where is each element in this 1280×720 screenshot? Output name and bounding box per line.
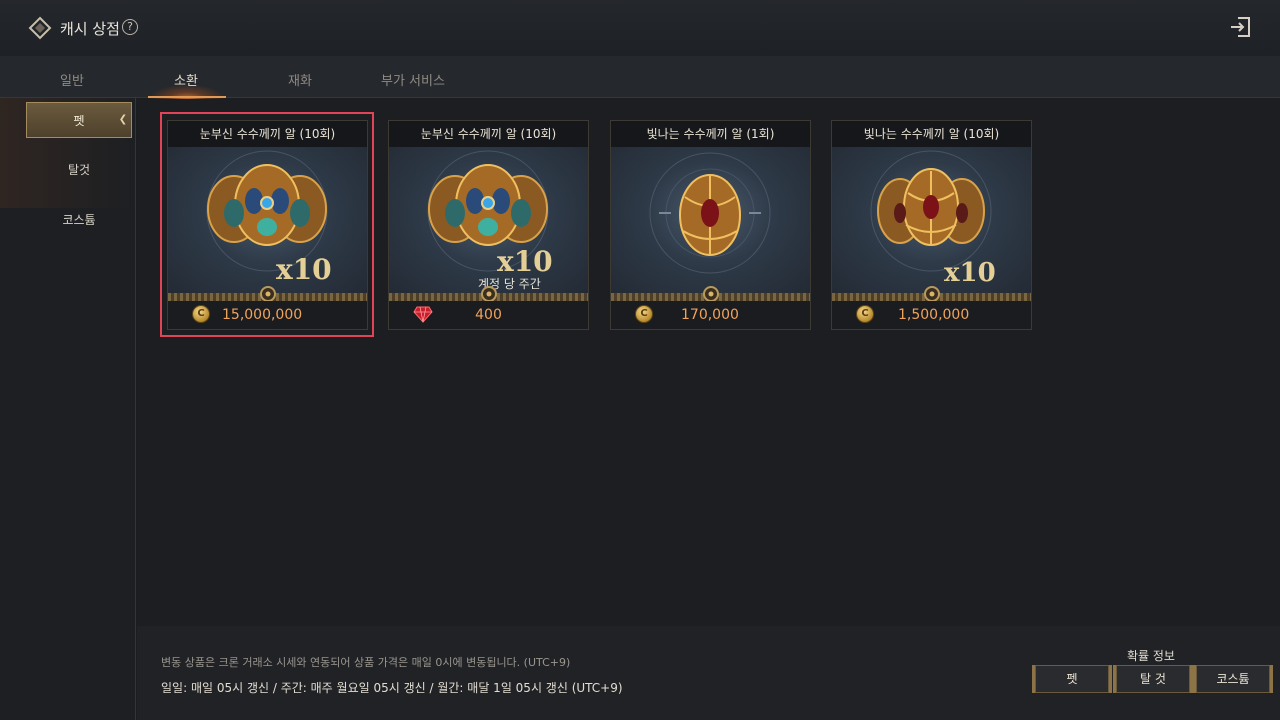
product-image: x10 xyxy=(832,147,1031,293)
product-image: x10 xyxy=(389,147,588,293)
price-text: 1,500,000 xyxy=(898,307,970,323)
price-bar: 400 xyxy=(389,301,588,329)
product-name: 눈부신 수수께끼 알 (10회) xyxy=(389,121,588,147)
diamond-logo-icon xyxy=(28,16,52,40)
svg-text:x10: x10 xyxy=(497,245,553,278)
tab-extra-services[interactable]: 부가 서비스 xyxy=(381,70,445,89)
svg-text:x10: x10 xyxy=(276,253,332,286)
sidebar-item-costume[interactable]: 코스튬 xyxy=(26,202,132,238)
sidebar: 펫 ❮ 탈것 코스튬 xyxy=(0,98,136,720)
single-egg-icon xyxy=(649,152,771,274)
coin-icon xyxy=(856,305,874,323)
sidebar-item-pet[interactable]: 펫 ❮ xyxy=(26,102,132,138)
egg-cluster-icon: x10 xyxy=(427,150,553,278)
help-icon[interactable]: ? xyxy=(122,19,138,35)
egg-cluster-icon: x10 xyxy=(870,150,996,288)
coin-icon xyxy=(635,305,653,323)
refresh-schedule-notice: 일일: 매일 05시 갱신 / 주간: 매주 월요일 05시 갱신 / 월간: … xyxy=(161,681,623,695)
probability-info-label: 확률 정보 xyxy=(1127,649,1175,663)
price-bar: 15,000,000 xyxy=(168,301,367,329)
coin-icon xyxy=(192,305,210,323)
product-card-4[interactable]: 빛나는 수수께끼 알 (10회) x10 1,500,000 xyxy=(831,120,1032,330)
price-text: 400 xyxy=(475,307,502,323)
product-name: 눈부신 수수께끼 알 (10회) xyxy=(168,121,367,147)
exit-icon[interactable] xyxy=(1228,14,1254,40)
price-bar: 170,000 xyxy=(611,301,810,329)
price-bar: 1,500,000 xyxy=(832,301,1031,329)
sidebar-item-mount[interactable]: 탈것 xyxy=(26,152,132,188)
product-card-1[interactable]: 눈부신 수수께끼 알 (10회) x10 15,000,000 xyxy=(167,120,368,330)
chevron-left-icon: ❮ xyxy=(118,114,128,125)
probability-costume-button[interactable]: 코스튬 xyxy=(1193,665,1273,693)
tab-active-underline xyxy=(148,96,226,98)
sidebar-item-label: 펫 xyxy=(73,114,85,128)
top-bar: 캐시 상점 ? xyxy=(0,0,1280,56)
egg-cluster-icon: x10 xyxy=(206,150,332,286)
tab-general[interactable]: 일반 xyxy=(60,70,84,89)
svg-text:x10: x10 xyxy=(944,258,996,288)
tab-summon[interactable]: 소환 xyxy=(174,70,198,89)
product-name: 빛나는 수수께끼 알 (10회) xyxy=(832,121,1031,147)
product-card-3[interactable]: 빛나는 수수께끼 알 (1회) 170,000 xyxy=(610,120,811,330)
product-image xyxy=(611,147,810,293)
page-title: 캐시 상점 xyxy=(60,20,120,38)
tab-currency[interactable]: 재화 xyxy=(288,70,312,89)
product-image: x10 xyxy=(168,147,367,293)
probability-pet-button[interactable]: 펫 xyxy=(1032,665,1112,693)
price-text: 15,000,000 xyxy=(222,307,303,323)
price-change-notice: 변동 상품은 크론 거래소 시세와 연동되어 상품 가격은 매일 0시에 변동됩… xyxy=(161,656,571,669)
product-name: 빛나는 수수께끼 알 (1회) xyxy=(611,121,810,147)
product-card-2[interactable]: 눈부신 수수께끼 알 (10회) x10 계정 당 주간 (30/30) 400 xyxy=(388,120,589,330)
probability-mount-button[interactable]: 탈 것 xyxy=(1113,665,1193,693)
price-text: 170,000 xyxy=(681,307,739,323)
